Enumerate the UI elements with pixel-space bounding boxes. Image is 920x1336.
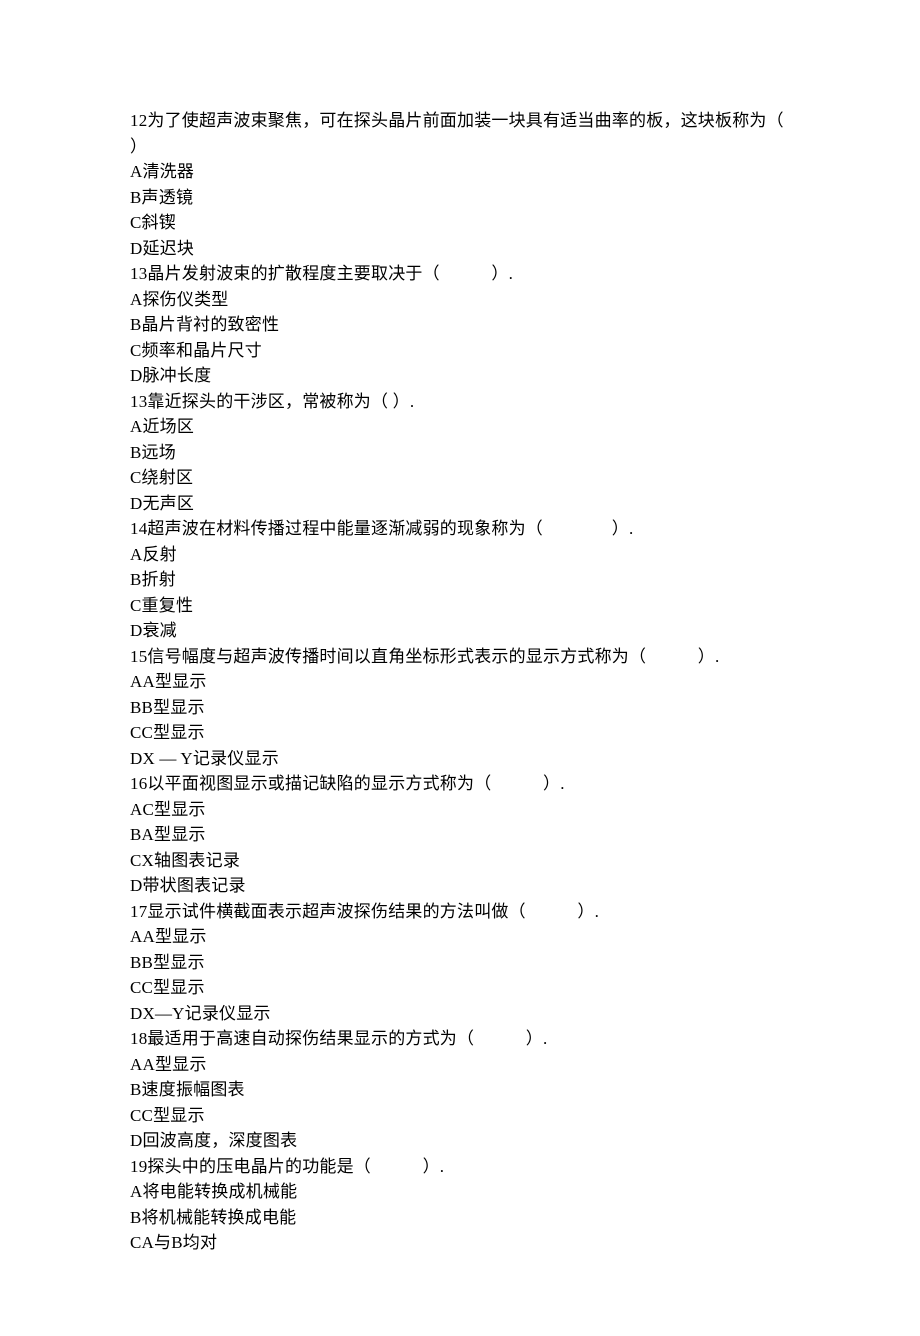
text-line: D回波高度，深度图表 xyxy=(130,1128,790,1154)
text-line: B晶片背衬的致密性 xyxy=(130,312,790,338)
text-line: AA型显示 xyxy=(130,669,790,695)
text-line: D无声区 xyxy=(130,491,790,517)
text-line: A反射 xyxy=(130,542,790,568)
text-line: 12为了使超声波束聚焦，可在探头晶片前面加装一块具有适当曲率的板，这块板称为（ … xyxy=(130,108,790,159)
text-line: 17显示试件横截面表示超声波探伤结果的方法叫做（ ）. xyxy=(130,899,790,925)
text-line: 19探头中的压电晶片的功能是（ ）. xyxy=(130,1154,790,1180)
text-line: B远场 xyxy=(130,440,790,466)
text-line: D脉冲长度 xyxy=(130,363,790,389)
text-line: A近场区 xyxy=(130,414,790,440)
text-line: 13靠近探头的干涉区，常被称为（ ）. xyxy=(130,389,790,415)
text-line: C重复性 xyxy=(130,593,790,619)
text-line: B折射 xyxy=(130,567,790,593)
text-line: B声透镜 xyxy=(130,185,790,211)
text-line: D带状图表记录 xyxy=(130,873,790,899)
text-line: CC型显示 xyxy=(130,720,790,746)
text-line: CA与B均对 xyxy=(130,1230,790,1256)
text-line: BB型显示 xyxy=(130,950,790,976)
text-line: 13晶片发射波束的扩散程度主要取决于（ ）. xyxy=(130,261,790,287)
text-line: D衰减 xyxy=(130,618,790,644)
text-line: C频率和晶片尺寸 xyxy=(130,338,790,364)
document-page: 12为了使超声波束聚焦，可在探头晶片前面加装一块具有适当曲率的板，这块板称为（ … xyxy=(0,0,920,1336)
text-line: AA型显示 xyxy=(130,924,790,950)
text-line: 14超声波在材料传播过程中能量逐渐减弱的现象称为（ ）. xyxy=(130,516,790,542)
text-line: DX—Y记录仪显示 xyxy=(130,1001,790,1027)
text-line: 15信号幅度与超声波传播时间以直角坐标形式表示的显示方式称为（ ）. xyxy=(130,644,790,670)
text-line: B速度振幅图表 xyxy=(130,1077,790,1103)
text-line: A将电能转换成机械能 xyxy=(130,1179,790,1205)
text-line: AA型显示 xyxy=(130,1052,790,1078)
text-line: BB型显示 xyxy=(130,695,790,721)
text-line: BA型显示 xyxy=(130,822,790,848)
text-line: 16以平面视图显示或描记缺陷的显示方式称为（ ）. xyxy=(130,771,790,797)
text-line: B将机械能转换成电能 xyxy=(130,1205,790,1231)
text-line: D延迟块 xyxy=(130,236,790,262)
text-line: C绕射区 xyxy=(130,465,790,491)
text-line: A探伤仪类型 xyxy=(130,287,790,313)
text-line: CC型显示 xyxy=(130,975,790,1001)
text-line: CC型显示 xyxy=(130,1103,790,1129)
text-line: C斜锲 xyxy=(130,210,790,236)
text-line: CX轴图表记录 xyxy=(130,848,790,874)
text-line: 18最适用于高速自动探伤结果显示的方式为（ ）. xyxy=(130,1026,790,1052)
text-line: AC型显示 xyxy=(130,797,790,823)
text-line: DX — Y记录仪显示 xyxy=(130,746,790,772)
text-line: A清洗器 xyxy=(130,159,790,185)
